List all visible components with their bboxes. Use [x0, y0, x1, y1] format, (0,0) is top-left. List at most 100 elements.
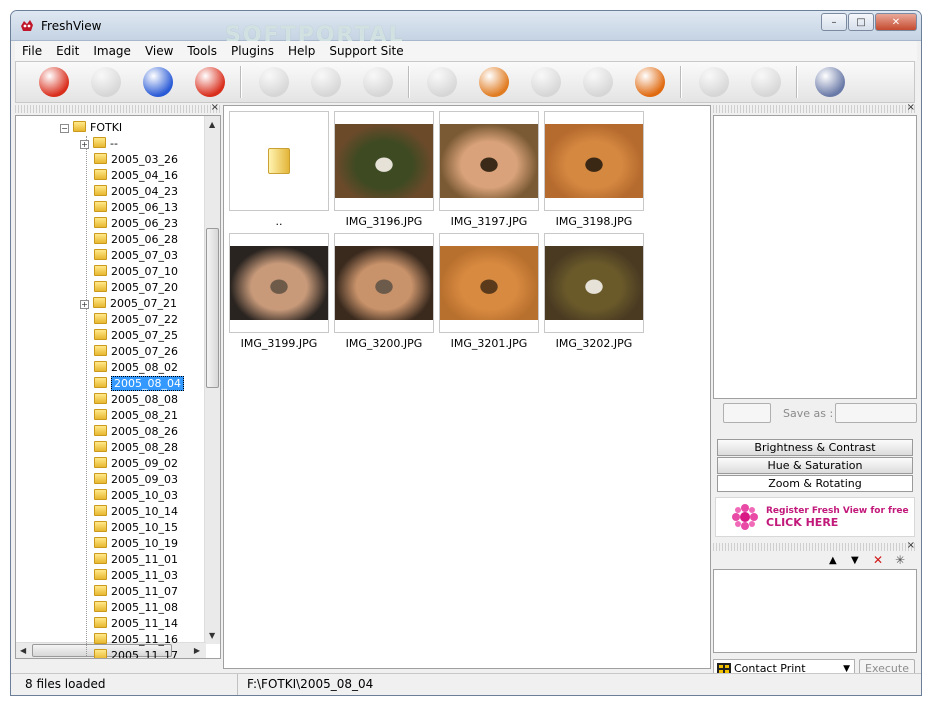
close-panel-icon[interactable]: ×	[907, 540, 915, 551]
menu-help[interactable]: Help	[281, 44, 322, 58]
tree-item[interactable]: 2005_07_26	[94, 344, 178, 360]
tree-item[interactable]: 2005_06_23	[94, 216, 178, 232]
tree-item[interactable]: 2005_11_16	[94, 632, 178, 648]
print-button[interactable]	[632, 64, 668, 100]
scroll-left-icon[interactable]: ◀	[20, 646, 26, 655]
tree-item[interactable]: 2005_11_08	[94, 600, 178, 616]
tree-item[interactable]: 2005_03_26	[94, 152, 178, 168]
menu-plugins[interactable]: Plugins	[224, 44, 281, 58]
expand-icon[interactable]: +	[80, 300, 89, 309]
thumbnail-item[interactable]: IMG_3198.JPG	[544, 111, 644, 228]
tab-zoom-rotating[interactable]: Zoom & Rotating	[717, 475, 913, 492]
deselect-button[interactable]	[748, 64, 784, 100]
properties-button[interactable]	[424, 64, 460, 100]
menu-edit[interactable]: Edit	[49, 44, 86, 58]
tree-item[interactable]: +2005_07_21	[80, 296, 177, 312]
tree-item[interactable]: 2005_10_19	[94, 536, 178, 552]
move-to-button[interactable]	[580, 64, 616, 100]
thumbnail-frame	[334, 233, 434, 333]
tree-item[interactable]: 2005_11_03	[94, 568, 178, 584]
panel-grip[interactable]: ×	[713, 540, 917, 551]
thumbnail-item[interactable]: IMG_3200.JPG	[334, 233, 434, 350]
menu-tools[interactable]: Tools	[180, 44, 224, 58]
format-field[interactable]	[723, 403, 771, 423]
thumbnail-item[interactable]: IMG_3197.JPG	[439, 111, 539, 228]
tree-item[interactable]: 2005_07_03	[94, 248, 178, 264]
tools-button[interactable]	[812, 64, 848, 100]
tree-vertical-scroll-thumb[interactable]	[206, 228, 219, 388]
thumbnail-item[interactable]: IMG_3201.JPG	[439, 233, 539, 350]
tab-brightness-contrast[interactable]: Brightness & Contrast	[717, 439, 913, 456]
tree-item[interactable]: 2005_08_26	[94, 424, 178, 440]
task-list[interactable]	[713, 569, 917, 653]
tree-item[interactable]: 2005_06_13	[94, 200, 178, 216]
tree-item[interactable]: 2005_08_21	[94, 408, 178, 424]
tree-item[interactable]: 2005_07_22	[94, 312, 178, 328]
register-banner[interactable]: Register Fresh View for free CLICK HERE	[715, 497, 915, 537]
thumbnail-grid[interactable]: .. IMG_3196.JPG IMG_3197.JPG IMG_3198.JPG IM…	[223, 105, 711, 669]
tree-item[interactable]: 2005_07_10	[94, 264, 178, 280]
menu-image[interactable]: Image	[86, 44, 138, 58]
folder-icon	[94, 457, 107, 468]
slideshow-button[interactable]	[140, 64, 176, 100]
move-up-icon[interactable]: ▲	[829, 555, 837, 566]
collapse-icon[interactable]: −	[60, 124, 69, 133]
thumbnail-item[interactable]: IMG_3196.JPG	[334, 111, 434, 228]
save-as-field[interactable]	[835, 403, 917, 423]
tree-item[interactable]: 2005_08_28	[94, 440, 178, 456]
copy-to-button[interactable]	[528, 64, 564, 100]
minimize-button[interactable]: –	[821, 13, 847, 31]
close-panel-icon[interactable]: ×	[907, 102, 915, 113]
scroll-down-icon[interactable]: ▼	[209, 631, 215, 640]
folder-icon	[94, 281, 107, 292]
close-button[interactable]: ✕	[875, 13, 917, 31]
tree-root[interactable]: − FOTKI	[60, 120, 122, 136]
tree-item[interactable]: 2005_04_16	[94, 168, 178, 184]
menu-view[interactable]: View	[138, 44, 180, 58]
tree-item[interactable]: + --	[80, 136, 118, 152]
image-editor-button[interactable]	[476, 64, 512, 100]
tree-item[interactable]: 2005_04_23	[94, 184, 178, 200]
clear-tasks-icon[interactable]: ✳	[895, 553, 905, 567]
thumbnail-item[interactable]: ..	[229, 111, 329, 228]
fullscreen-button[interactable]	[192, 64, 228, 100]
tree-item[interactable]: 2005_08_02	[94, 360, 178, 376]
delete-button[interactable]	[360, 64, 396, 100]
tree-item[interactable]: 2005_07_20	[94, 280, 178, 296]
tree-item[interactable]: 2005_09_03	[94, 472, 178, 488]
tree-item[interactable]: 2005_11_01	[94, 552, 178, 568]
select-all-button[interactable]	[696, 64, 732, 100]
tree-item[interactable]: 2005_08_08	[94, 392, 178, 408]
refresh-button[interactable]	[36, 64, 72, 100]
tree-item[interactable]: 2005_11_17	[94, 648, 178, 658]
tree-item[interactable]: 2005_08_04	[94, 376, 184, 392]
tab-hue-saturation[interactable]: Hue & Saturation	[717, 457, 913, 474]
copy-button[interactable]	[308, 64, 344, 100]
tree-item[interactable]: 2005_09_02	[94, 456, 178, 472]
tree-item[interactable]: 2005_10_03	[94, 488, 178, 504]
remove-task-icon[interactable]: ✕	[873, 553, 883, 567]
tree-item[interactable]: 2005_11_07	[94, 584, 178, 600]
tree-item[interactable]: 2005_10_15	[94, 520, 178, 536]
maximize-button[interactable]: □	[848, 13, 874, 31]
move-down-icon[interactable]: ▼	[851, 555, 859, 566]
scroll-right-icon[interactable]: ▶	[194, 646, 200, 655]
menu-support-site[interactable]: Support Site	[322, 44, 410, 58]
tree-item[interactable]: 2005_06_28	[94, 232, 178, 248]
thumbnail-item[interactable]: IMG_3199.JPG	[229, 233, 329, 350]
tree-item[interactable]: 2005_11_14	[94, 616, 178, 632]
scroll-up-icon[interactable]: ▲	[209, 120, 215, 129]
tree-item[interactable]: 2005_07_25	[94, 328, 178, 344]
menu-file[interactable]: File	[15, 44, 49, 58]
expand-icon[interactable]: +	[80, 140, 89, 149]
cut-button[interactable]	[256, 64, 292, 100]
folder-tree[interactable]: ▲ ▼ ◀ ▶ − FOTKI + -- 2005_03_26 2005_04_16 200…	[15, 115, 221, 659]
panel-grip[interactable]: ×	[713, 102, 917, 113]
thumbnail-item[interactable]: IMG_3202.JPG	[544, 233, 644, 350]
close-panel-icon[interactable]: ×	[211, 102, 219, 113]
tree-item[interactable]: 2005_10_14	[94, 504, 178, 520]
title-bar[interactable]: FreshView SOFTPORTAL – □ ✕	[11, 11, 921, 48]
tree-vertical-scrollbar[interactable]: ▲ ▼	[204, 116, 220, 644]
back-button[interactable]	[88, 64, 124, 100]
panel-grip[interactable]: ×	[15, 102, 221, 113]
